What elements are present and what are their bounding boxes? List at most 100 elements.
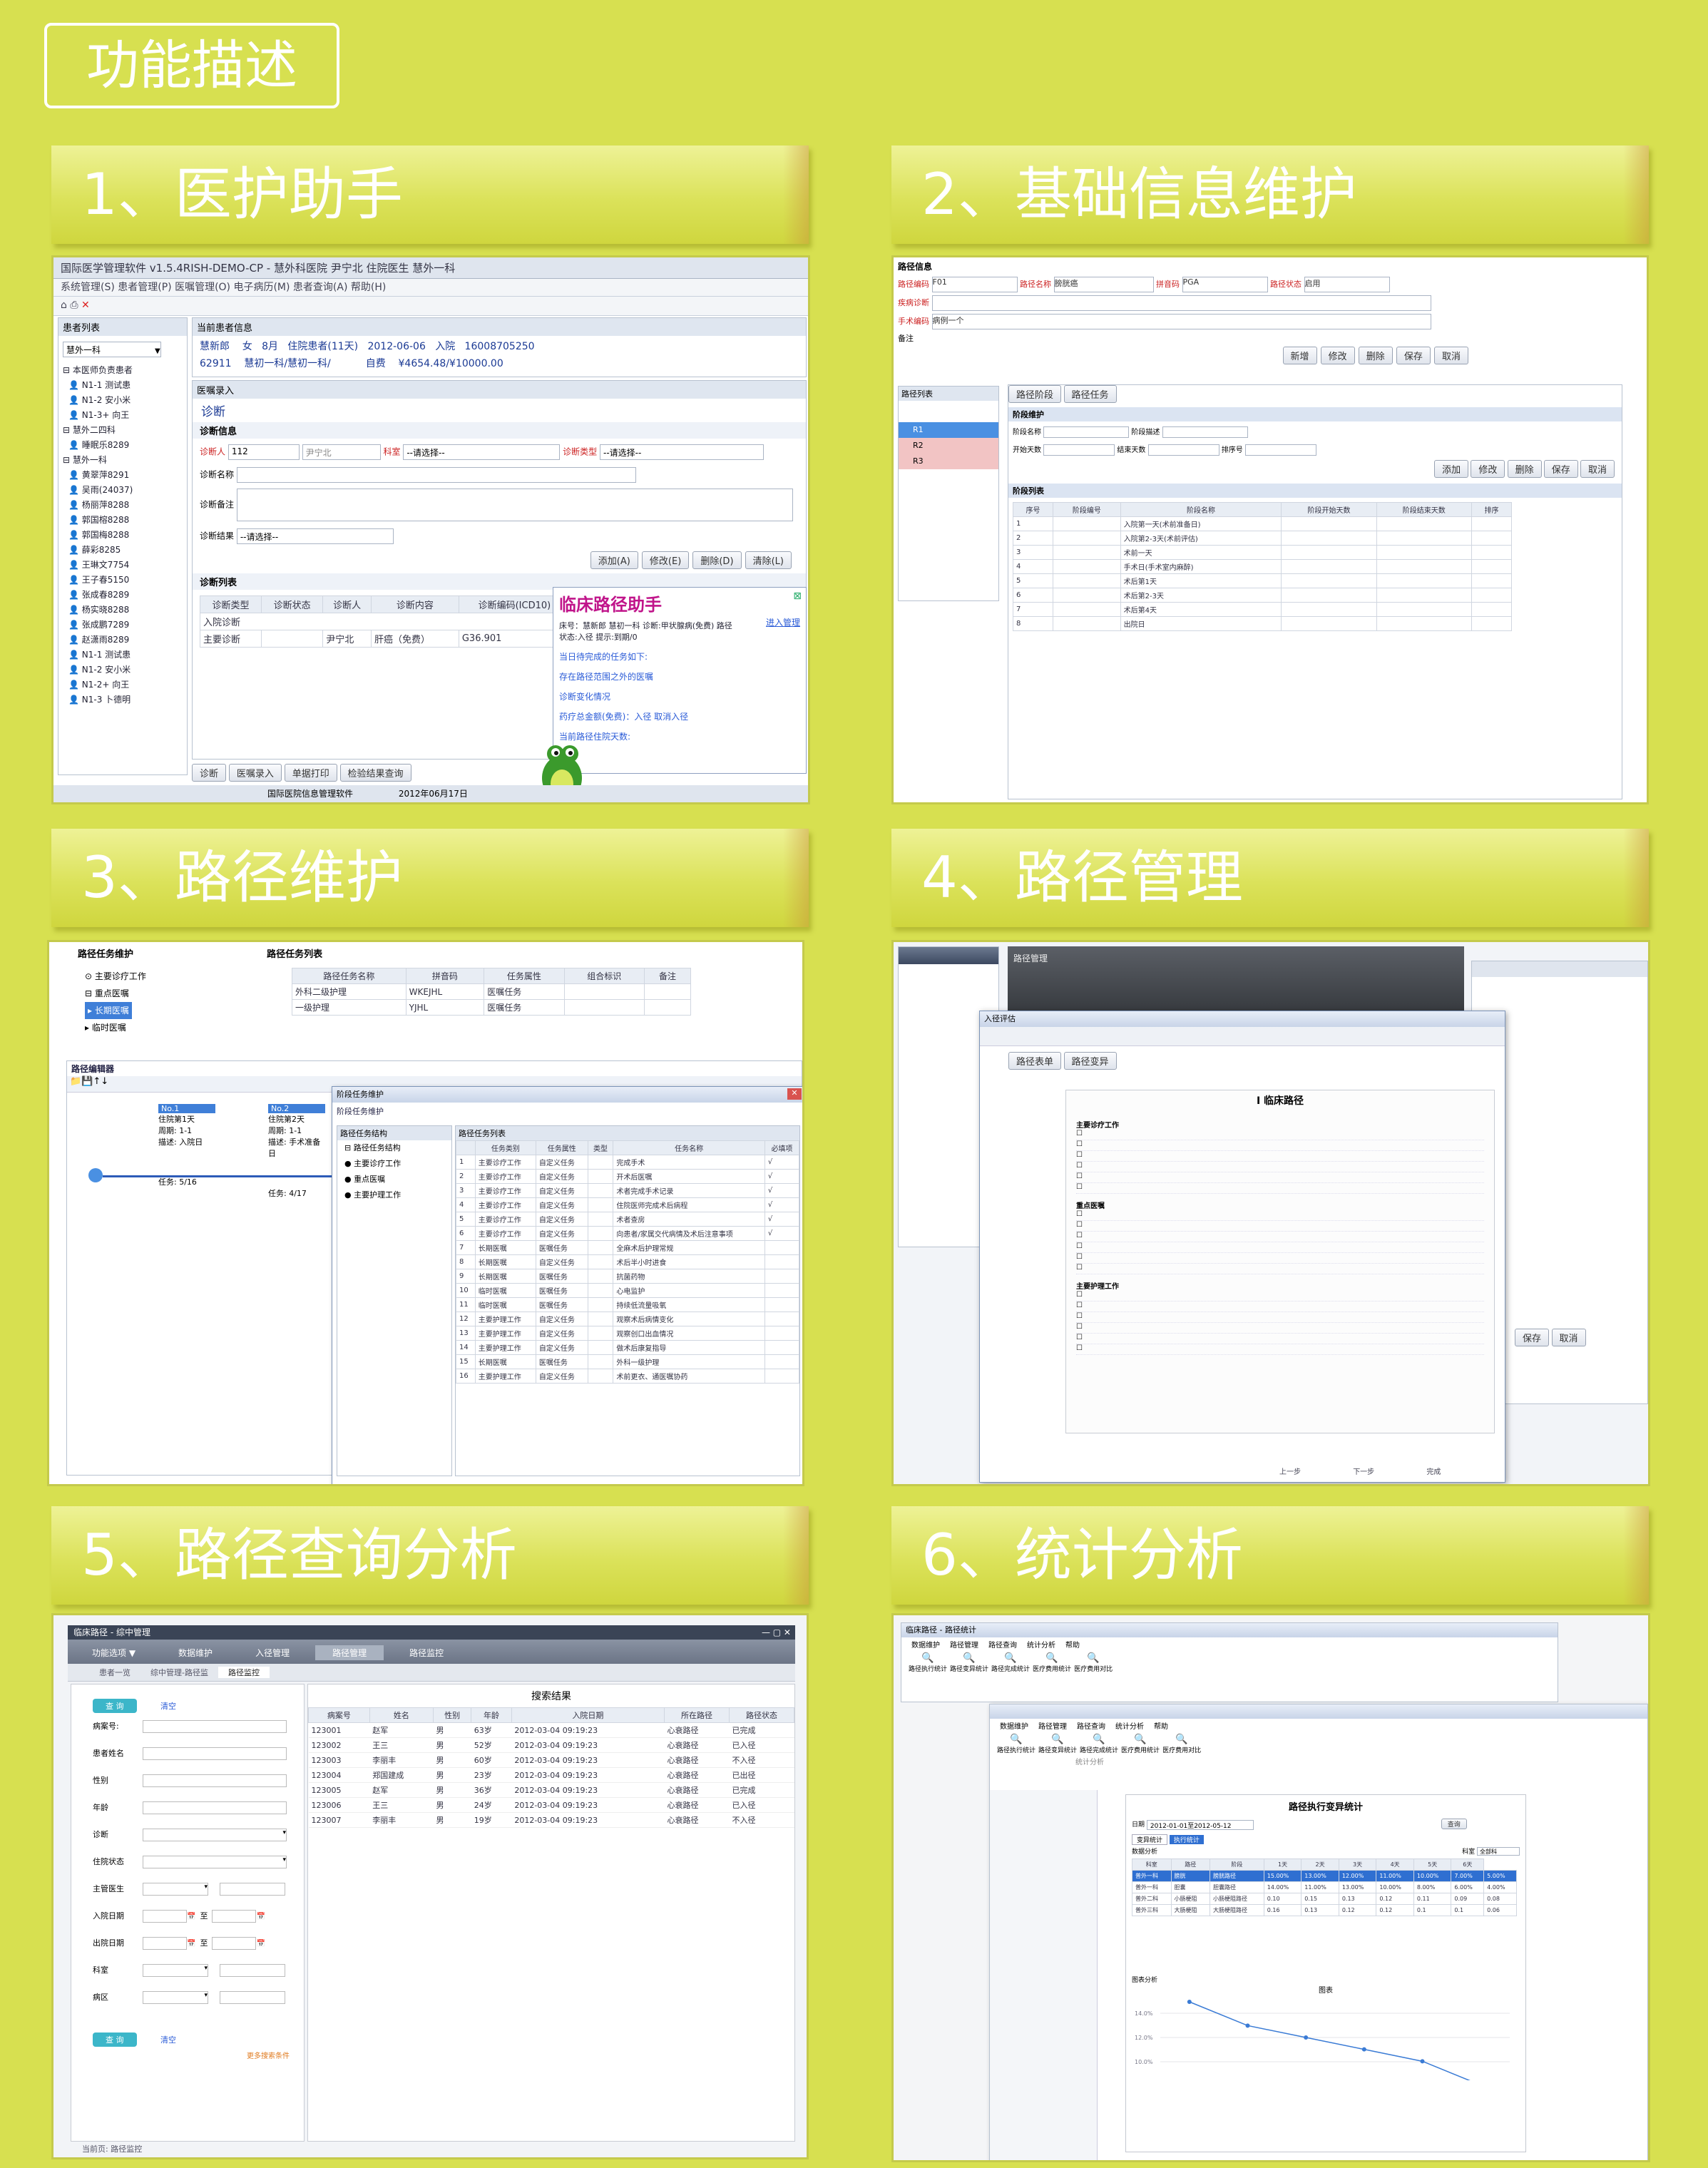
tree-item[interactable]: 👤 N1-2+ 向王 xyxy=(68,678,187,692)
edit-button[interactable]: 修改 xyxy=(1471,460,1505,478)
select-field[interactable]: ▾ xyxy=(143,1964,208,1977)
table-row[interactable]: 8 长期医嘱 自定义任务 术后半小时进食 xyxy=(456,1254,799,1269)
start-day-input[interactable] xyxy=(1043,444,1115,456)
tree-item[interactable]: 👤 王子春5150 xyxy=(68,573,187,588)
stage-node-2[interactable]: No.2 住院第2天 周期: 1-1 描述: 手术准备日 任务: 4/17 xyxy=(268,1104,325,1247)
checkbox-row[interactable]: ☐ xyxy=(1076,1242,1484,1253)
table-row[interactable]: 6 主要诊疗工作 自定义任务 向患者/家属交代病情及术后注意事项 √ xyxy=(456,1226,799,1241)
table-row[interactable]: 9 长期医嘱 医嘱任务 抗菌药物 xyxy=(456,1269,799,1284)
date-range-input[interactable]: 2012-01-01至2012-05-12 xyxy=(1146,1819,1254,1830)
diag-result-select[interactable]: --请选择-- xyxy=(236,528,394,544)
tree-item[interactable]: 👤 N1-3+ 向王 xyxy=(68,408,187,423)
table-row[interactable]: 6 术后第2-3天 xyxy=(1012,588,1513,603)
table-row[interactable]: 10 临时医嘱 医嘱任务 心电监护 xyxy=(456,1283,799,1298)
checkbox-row[interactable]: ☐ xyxy=(1076,1130,1484,1140)
assistant-link[interactable]: 当前路径住院天数: xyxy=(559,727,800,747)
tree-item[interactable]: 👤 睡眠乐8289 xyxy=(68,438,187,453)
tab-print[interactable]: 单据打印 xyxy=(284,764,337,782)
menu-item[interactable]: 数据维护 xyxy=(1000,1723,1028,1731)
delete-button[interactable]: 删除 xyxy=(1358,347,1393,364)
checkbox-row[interactable]: ☐ xyxy=(1076,1344,1484,1355)
tree-item[interactable]: 👤 张成春8289 xyxy=(68,588,187,603)
tab-lab-results[interactable]: 检验结果查询 xyxy=(339,764,411,782)
tree-item[interactable]: 👤 N1-2 安小米 xyxy=(68,663,187,678)
tree-item[interactable]: ● 重点医嘱 xyxy=(344,1172,451,1187)
checkbox-icon[interactable]: ☐ xyxy=(1076,1162,1083,1170)
checkbox-row[interactable]: ☐ xyxy=(1076,1151,1484,1162)
table-row[interactable]: 2 主要诊疗工作 自定义任务 开术后医嘱 √ xyxy=(456,1169,799,1184)
table-row[interactable]: 普外三科 大肠梗阻 大肠梗阻路径 0.16 0.13 0.12 0.12 0.1 0.1 0.06 xyxy=(1132,1903,1517,1916)
dept-select[interactable]: 全部科 xyxy=(1477,1847,1520,1856)
menu-item[interactable]: 统计分析 xyxy=(1027,1642,1055,1650)
end-day-input[interactable] xyxy=(1147,444,1219,456)
menu-item[interactable]: 路径管理 xyxy=(1038,1723,1067,1731)
tree-item[interactable]: 👤 郭国榕8288 xyxy=(68,513,187,528)
table-row[interactable]: 3 术前一天 xyxy=(1012,545,1513,560)
tree-item[interactable]: 👤 薛彩8285 xyxy=(68,543,187,558)
save-button[interactable]: 保存 xyxy=(1515,1329,1550,1346)
checkbox-icon[interactable]: ☐ xyxy=(1076,1302,1083,1309)
checkbox-icon[interactable]: ☐ xyxy=(1076,1312,1083,1320)
toolbar-button[interactable]: 🔍 路径完成统计 xyxy=(991,1652,1030,1673)
date-to-input[interactable] xyxy=(212,1937,257,1950)
cancel-button[interactable]: 取消 xyxy=(1551,1329,1586,1346)
list-item[interactable]: R3 xyxy=(899,454,998,469)
checkbox-icon[interactable]: ☐ xyxy=(1076,1264,1083,1272)
diag-name-input[interactable] xyxy=(236,467,636,483)
tab-stage[interactable]: 路径阶段 xyxy=(1008,385,1062,403)
checkbox-icon[interactable]: ☐ xyxy=(1076,1291,1083,1299)
toolbar-button[interactable]: 🔍 路径执行统计 xyxy=(909,1652,947,1673)
stage-name-input[interactable] xyxy=(1043,426,1130,438)
menu-item[interactable]: 统计分析 xyxy=(1115,1723,1144,1731)
checkbox-row[interactable]: ☐ xyxy=(1076,1162,1484,1172)
assistant-link[interactable]: 存在路径范围之外的医嘱 xyxy=(559,667,800,687)
date-to-input[interactable] xyxy=(212,1910,257,1923)
menu-item[interactable]: 路径查询 xyxy=(988,1642,1017,1650)
table-row[interactable]: 123006 王三男 24岁 2012-03-04 09:19:23 心衰路径 已入径 xyxy=(308,1797,794,1813)
checkbox-row[interactable]: ☐ xyxy=(1076,1291,1484,1302)
toolbar-button[interactable]: 🔍 路径变异统计 xyxy=(950,1652,988,1673)
checkbox-icon[interactable]: ☐ xyxy=(1076,1334,1083,1341)
tab-orders[interactable]: 医嘱录入 xyxy=(228,764,282,782)
add-button[interactable]: 添加 xyxy=(1434,460,1469,478)
select-field[interactable]: ▾ xyxy=(143,1883,208,1896)
assistant-link[interactable]: 药疗总金额(免费)：入径 取消入径 xyxy=(559,707,800,727)
table-row[interactable]: 入院诊断 xyxy=(200,613,571,630)
tree-item[interactable]: ● 主要诊疗工作 xyxy=(344,1156,451,1172)
date-from-input[interactable] xyxy=(143,1937,187,1950)
table-row[interactable]: 123001 赵军男 63岁 2012-03-04 09:19:23 心衰路径 已完成 xyxy=(308,1722,794,1738)
calendar-icon[interactable]: 📅 xyxy=(187,1940,195,1948)
sub-tab[interactable]: 患者一览 xyxy=(89,1667,140,1678)
toolbar-button[interactable]: 🔍 路径执行统计 xyxy=(997,1734,1035,1754)
tree-item[interactable]: 👤 黄翠萍8291 xyxy=(68,468,187,483)
path-code-input[interactable]: F01 xyxy=(931,277,1018,292)
more-conditions-link[interactable]: 更多搜索条件 xyxy=(71,2050,304,2060)
new-button[interactable]: 新增 xyxy=(1282,347,1317,364)
table-row[interactable]: 15 长期医嘱 医嘱任务 外科一级护理 xyxy=(456,1354,799,1369)
checkbox-icon[interactable]: ☐ xyxy=(1076,1232,1083,1239)
checkbox-icon[interactable]: ☐ xyxy=(1076,1323,1083,1331)
tree-item[interactable]: 👤 杨实晓8288 xyxy=(68,603,187,618)
diag-person-id[interactable]: 112 xyxy=(227,444,300,460)
diag-person-name[interactable]: 尹宁北 xyxy=(302,444,381,460)
checkbox-icon[interactable]: ☐ xyxy=(1076,1172,1083,1180)
add-button[interactable]: 添加(A) xyxy=(590,551,638,569)
text-input[interactable] xyxy=(143,1774,287,1787)
toolbar-button[interactable]: 🔍 医疗费用统计 xyxy=(1033,1652,1071,1673)
table-row[interactable]: 1 主要诊疗工作 自定义任务 完成手术 √ xyxy=(456,1155,799,1170)
diag-note-input[interactable] xyxy=(236,489,793,521)
checkbox-icon[interactable]: ☐ xyxy=(1076,1130,1083,1137)
text-input[interactable] xyxy=(143,1747,287,1760)
checkbox-row[interactable]: ☐ xyxy=(1076,1264,1484,1274)
toolbar-button[interactable]: 🔍 医疗费用统计 xyxy=(1121,1734,1160,1754)
table-row[interactable]: 5 主要诊疗工作 自定义任务 术者查房 √ xyxy=(456,1212,799,1227)
checkbox-row[interactable]: ☐ xyxy=(1076,1210,1484,1221)
date-from-input[interactable] xyxy=(143,1910,187,1923)
clear-button[interactable]: 清除(L) xyxy=(745,551,792,569)
table-row[interactable]: 16 主要护理工作 自定义任务 术前更衣、通医嘱协药 xyxy=(456,1369,799,1384)
tab-path-variation[interactable]: 路径变异 xyxy=(1063,1052,1117,1070)
home-icon[interactable]: ⌂ xyxy=(61,300,67,311)
finish-link[interactable]: 完成 xyxy=(1426,1468,1441,1476)
save-button[interactable]: 保存 xyxy=(1543,460,1578,478)
menu-item[interactable]: 数据维护 xyxy=(911,1642,940,1650)
